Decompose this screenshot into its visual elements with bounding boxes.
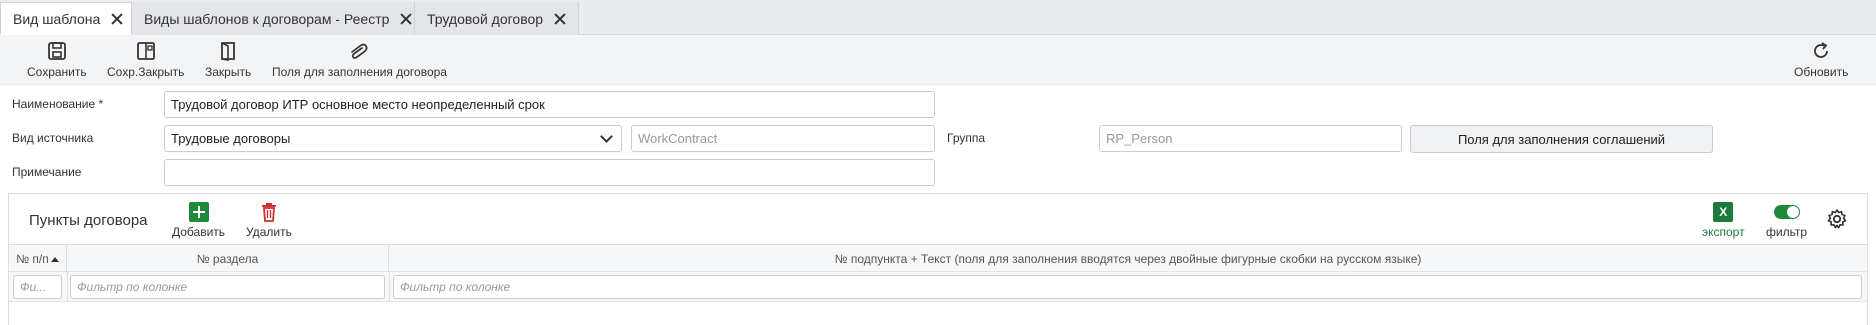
filter-label: фильтр [1766,225,1808,239]
export-button[interactable]: X экспорт [1702,202,1745,239]
gear-icon[interactable] [1826,208,1848,230]
tab-labor-contract[interactable]: Трудовой договор [415,2,579,35]
column-header-index[interactable]: № п/п [9,245,67,273]
filter-input-text[interactable]: Фильтр по колонке [393,275,1862,299]
filter-row: Фи... Фильтр по колонке Фильтр по колонк… [9,272,1867,302]
paperclip-icon [351,43,368,59]
filter-placeholder: Фильтр по колонке [400,280,511,294]
agreement-fields-button[interactable]: Поля для заполнения соглашений [1410,125,1713,153]
sort-ascending-icon [50,256,59,262]
chevron-down-icon [600,130,613,143]
column-header-section[interactable]: № раздела [67,245,389,273]
toggle-icon [1773,205,1800,219]
note-input[interactable] [164,159,935,186]
tab-template-type[interactable]: Вид шаблона [0,2,132,35]
save-button[interactable]: Сохранить [27,40,87,79]
toolbar: Сохранить Сохр.Закрыть Закрыть Поля для … [0,35,1876,85]
column-header-label: № подпункта + Текст (поля для заполнения… [834,252,1422,266]
note-label: Примечание [12,165,82,179]
close-label: Закрыть [205,65,252,79]
refresh-icon [1814,42,1829,58]
group-label: Группа [947,131,986,145]
save-close-icon [136,42,155,60]
column-separator [389,272,390,302]
source-label: Вид источника [12,131,94,145]
source-value: Трудовые договоры [171,131,291,146]
add-button[interactable]: Добавить [172,202,225,239]
contract-fields-button[interactable]: Поля для заполнения договора [272,40,447,79]
tab-label: Виды шаблонов к договорам - Реестр [144,10,390,27]
delete-button[interactable]: Удалить [246,202,292,239]
close-icon[interactable] [399,12,404,26]
tab-bar: Вид шаблона Виды шаблонов к договорам - … [0,0,1876,35]
source-code-value: WorkContract [638,131,718,146]
contract-fields-label: Поля для заполнения договора [272,65,447,79]
close-icon[interactable] [553,12,567,26]
excel-icon: X [1713,202,1734,222]
close-button[interactable]: Закрыть [205,40,251,79]
filter-input-index[interactable]: Фи... [13,275,62,299]
source-code-field: WorkContract [631,125,935,152]
grid-header: № п/п № раздела № подпункта + Текст (пол… [9,244,1867,273]
floppy-disk-icon [47,42,66,60]
filter-placeholder: Фильтр по колонке [77,280,188,294]
delete-label: Удалить [246,225,292,239]
source-select[interactable]: Трудовые договоры [164,125,622,152]
door-icon [221,42,236,61]
filter-placeholder: Фи... [20,280,47,294]
filter-input-section[interactable]: Фильтр по колонке [70,275,385,299]
close-icon[interactable] [110,12,121,26]
export-label: экспорт [1702,225,1745,239]
trash-icon [261,203,276,222]
agreement-fields-label: Поля для заполнения соглашений [1457,131,1666,147]
refresh-label: Обновить [1794,65,1849,79]
tab-label: Вид шаблона [13,10,101,27]
column-header-text[interactable]: № подпункта + Текст (поля для заполнения… [389,245,1867,273]
name-value: Трудовой договор ИТР основное место неоп… [171,97,545,112]
name-label: Наименование * [12,97,104,111]
group-field: RP_Person [1099,125,1402,152]
tab-label: Трудовой договор [427,10,544,27]
save-label: Сохранить [27,65,87,79]
column-header-label: № п/п [16,252,49,266]
add-icon [188,202,209,222]
contract-items-panel: Пункты договора Добавить Удалить X экспо… [8,193,1868,325]
group-value: RP_Person [1106,131,1173,146]
name-input[interactable]: Трудовой договор ИТР основное место неоп… [164,91,935,118]
filter-toggle[interactable]: фильтр [1766,202,1807,239]
panel-title: Пункты договора [29,212,148,229]
column-separator [67,272,68,302]
add-label: Добавить [172,225,226,239]
save-close-button[interactable]: Сохр.Закрыть [107,40,184,79]
tab-templates-registry[interactable]: Виды шаблонов к договорам - Реестр [132,2,415,35]
save-close-label: Сохр.Закрыть [107,65,185,79]
column-header-label: № раздела [196,252,259,266]
refresh-button[interactable]: Обновить [1794,40,1848,79]
